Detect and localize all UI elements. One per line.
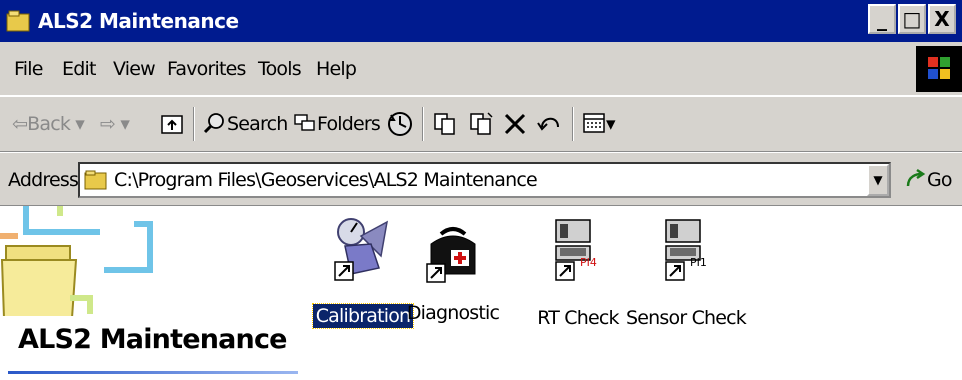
rt-check-label: RT Check [537,307,619,329]
address-input[interactable]: C:\Program Files\Geoservices\ALS2 Mainte… [78,162,891,198]
move-to-icon[interactable] [432,111,458,137]
folder-icon [84,170,107,190]
up-folder-icon[interactable] [160,111,186,137]
menu-tools[interactable]: Tools [258,56,302,82]
folders-label: Folders [317,113,381,135]
menu-favorites[interactable]: Favorites [167,56,246,82]
diagnostic-shortcut[interactable]: Diagnostic [393,216,513,356]
address-label: Address [8,169,79,191]
menu-help[interactable]: Help [316,56,357,82]
menu-bar: File Edit View Favorites Tools Help [0,42,962,96]
forward-button[interactable]: ⇨ ▾ [100,109,130,139]
maximize-button[interactable]: □ [898,4,926,34]
close-button[interactable]: X [928,4,956,34]
copy-to-icon[interactable] [468,111,494,137]
toolbar-separator [422,107,424,141]
folder-icon [6,10,30,32]
views-icon [583,113,605,133]
diagnostic-label: Diagnostic [406,302,500,324]
views-button[interactable]: ▾ [582,109,616,139]
window-title: ALS2 Maintenance [38,9,239,33]
rt-check-shortcut[interactable]: PI4 RT Check [518,216,638,356]
diagnostic-kit-icon [426,227,476,283]
folder-view: ALS2 Maintenance Calibration Diagnostic [0,206,962,380]
title-bar: ALS2 Maintenance _ □ X [0,0,962,42]
folders-button[interactable]: Folders [293,109,381,139]
undo-icon[interactable] [536,111,564,137]
history-icon[interactable] [386,110,414,138]
address-value: C:\Program Files\Geoservices\ALS2 Mainte… [114,169,538,191]
address-bar: Address C:\Program Files\Geoservices\ALS… [0,152,962,206]
minimize-button[interactable]: _ [868,4,896,34]
sensor-check-tag: PI1 [690,256,707,269]
menu-view[interactable]: View [113,56,156,82]
sensor-check-label: Sensor Check [626,307,747,329]
search-label: Search [227,113,288,135]
standard-toolbar: ⇦Back ▾ ⇨ ▾ Search Folders ▾ [0,96,962,152]
delete-icon[interactable] [502,111,528,137]
computer-icon: PI1 [665,219,707,281]
title-underline [8,371,298,374]
sensor-check-shortcut[interactable]: PI1 Sensor Check [626,216,747,356]
folder-banner-graphic [0,206,153,316]
toolbar-separator [572,107,574,141]
address-dropdown-button[interactable]: ▼ [867,164,889,196]
go-button[interactable]: Go [905,167,953,193]
rt-check-tag: PI4 [580,256,597,269]
back-button[interactable]: ⇦Back ▾ [12,109,85,139]
menu-file[interactable]: File [14,56,43,82]
back-label: Back [27,113,71,135]
folders-icon [294,114,315,131]
go-label: Go [927,169,953,191]
computer-icon: PI4 [555,219,597,281]
go-arrow-icon [906,168,926,187]
calibration-icon [334,218,389,281]
search-button[interactable]: Search [203,109,288,139]
windows-logo-icon [916,46,962,92]
folder-title: ALS2 Maintenance [18,324,288,355]
toolbar-separator [193,107,195,141]
search-icon [203,113,224,134]
menu-edit[interactable]: Edit [62,56,96,82]
